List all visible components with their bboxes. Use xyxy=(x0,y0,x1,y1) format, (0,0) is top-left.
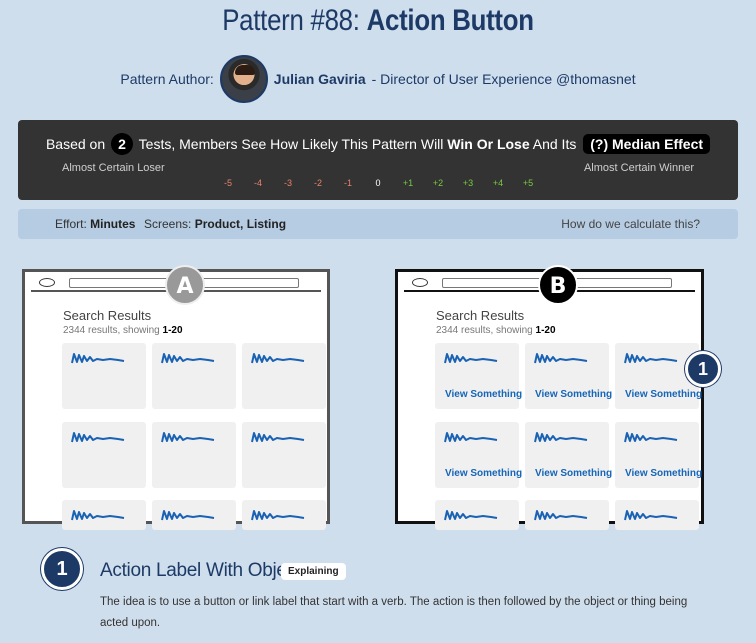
result-tile[interactable]: View Something xyxy=(525,343,612,409)
scribble-icon xyxy=(161,353,215,364)
tick: -4 xyxy=(253,178,262,188)
median-effect-button[interactable]: (?) Median Effect xyxy=(583,134,711,154)
scribble-icon xyxy=(161,432,215,443)
scribble-icon xyxy=(534,353,588,364)
explanation-title: Action Label With Object xyxy=(100,560,301,581)
author-role: - Director of User Experience @thomasnet xyxy=(371,71,636,87)
page-title: Pattern #88: Action Button xyxy=(53,4,703,38)
results-count-range: 1-20 xyxy=(535,325,556,336)
scale-low-label: Almost Certain Loser xyxy=(62,162,165,174)
view-something-link[interactable]: View Something xyxy=(445,468,522,479)
title-prefix: Pattern #88: xyxy=(222,4,367,37)
tick: 0 xyxy=(375,178,381,188)
likelihood-scale: Based on 2 Tests, Members See How Likely… xyxy=(18,120,738,200)
scribble-icon xyxy=(71,510,125,521)
result-tile xyxy=(62,500,146,530)
scribble-icon xyxy=(624,353,678,364)
tick: -5 xyxy=(223,178,232,188)
result-tile xyxy=(242,422,326,488)
results-count-prefix: 2344 results, showing xyxy=(436,325,536,336)
view-something-link[interactable]: View Something xyxy=(625,468,702,479)
scribble-icon xyxy=(251,432,305,443)
results-count-range: 1-20 xyxy=(162,325,183,336)
scribble-icon xyxy=(251,510,305,521)
title-main: Action Button xyxy=(366,4,534,37)
author-row: Pattern Author: Julian Gaviria - Directo… xyxy=(0,55,756,103)
result-tile[interactable]: View Something xyxy=(435,343,522,409)
variant-b-badge: B xyxy=(538,265,578,305)
tests-count-badge: 2 xyxy=(111,133,134,155)
scribble-icon xyxy=(71,432,125,443)
result-tile xyxy=(62,422,146,488)
variant-a-badge: A xyxy=(165,265,205,305)
result-tile[interactable] xyxy=(435,500,519,530)
scribble-icon xyxy=(624,432,678,443)
author-avatar[interactable] xyxy=(219,55,268,103)
effort-info: Effort: Minutes xyxy=(55,217,135,231)
tick: -1 xyxy=(343,178,352,188)
results-title: Search Results xyxy=(63,308,152,323)
explanation-marker: 1 xyxy=(41,548,83,590)
results-count: 2344 results, showing 1-20 xyxy=(436,325,556,336)
result-tile[interactable] xyxy=(525,500,609,530)
result-tile[interactable]: View Something xyxy=(435,422,522,488)
effort-label: Effort: xyxy=(55,217,87,231)
tick: -2 xyxy=(313,178,322,188)
results-title: Search Results xyxy=(436,308,525,323)
scribble-icon xyxy=(534,510,588,521)
variant-a-wireframe: A Search Results 2344 results, showing 1… xyxy=(22,265,330,530)
variant-b-wireframe: B Search Results 2344 results, showing 1… xyxy=(395,265,704,530)
view-something-link[interactable]: View Something xyxy=(535,468,612,479)
tick: +2 xyxy=(432,178,444,188)
result-tile xyxy=(242,343,326,409)
annotation-marker[interactable]: 1 xyxy=(685,351,721,387)
scale-text-middle: Tests, Members See How Likely This Patte… xyxy=(138,136,444,152)
scale-text-after: And Its xyxy=(532,136,577,152)
tick: +3 xyxy=(462,178,474,188)
effort-bar: Effort: Minutes Screens: Product, Listin… xyxy=(18,209,738,239)
explanation-body: The idea is to use a button or link labe… xyxy=(100,596,688,629)
author-name[interactable]: Julian Gaviria xyxy=(274,71,366,87)
view-something-link[interactable]: View Something xyxy=(535,389,612,400)
result-tile xyxy=(152,500,236,530)
result-tile xyxy=(242,500,326,530)
explaining-tag: Explaining xyxy=(281,563,346,580)
scribble-icon xyxy=(534,432,588,443)
results-count: 2344 results, showing 1-20 xyxy=(63,325,183,336)
scribble-icon xyxy=(161,510,215,521)
calculate-link[interactable]: How do we calculate this? xyxy=(561,217,700,231)
scribble-icon xyxy=(624,510,678,521)
view-something-link[interactable]: View Something xyxy=(445,389,522,400)
browser-eye-icon xyxy=(412,278,428,287)
scribble-icon xyxy=(444,510,498,521)
effort-value: Minutes xyxy=(90,217,136,231)
scale-text-bold: Win Or Lose xyxy=(447,136,530,152)
tick: +4 xyxy=(492,178,504,188)
result-tile xyxy=(152,343,236,409)
browser-eye-icon xyxy=(39,278,55,287)
tick: -3 xyxy=(283,178,292,188)
scale-text-before: Based on xyxy=(45,136,106,152)
result-tile[interactable] xyxy=(615,500,699,530)
result-tile[interactable]: View Something xyxy=(615,422,702,488)
scribble-icon xyxy=(251,353,305,364)
scribble-icon xyxy=(444,432,498,443)
scale-heading: Based on 2 Tests, Members See How Likely… xyxy=(18,133,738,155)
scribble-icon xyxy=(71,353,125,364)
screens-label: Screens: xyxy=(144,217,192,231)
result-tile xyxy=(152,422,236,488)
result-tile xyxy=(62,343,146,409)
tick: +1 xyxy=(402,178,414,188)
view-something-link[interactable]: View Something xyxy=(625,389,702,400)
author-label: Pattern Author: xyxy=(120,71,214,87)
screens-info: Screens: Product, Listing xyxy=(144,217,286,231)
scale-ticks: -5 -4 -3 -2 -1 0 +1 +2 +3 +4 +5 xyxy=(18,178,738,188)
tick: +5 xyxy=(522,178,534,188)
results-count-prefix: 2344 results, showing xyxy=(63,325,163,336)
scale-high-label: Almost Certain Winner xyxy=(583,162,694,174)
result-tile[interactable]: View Something xyxy=(525,422,612,488)
screens-value: Product, Listing xyxy=(194,217,287,231)
scribble-icon xyxy=(444,353,498,364)
